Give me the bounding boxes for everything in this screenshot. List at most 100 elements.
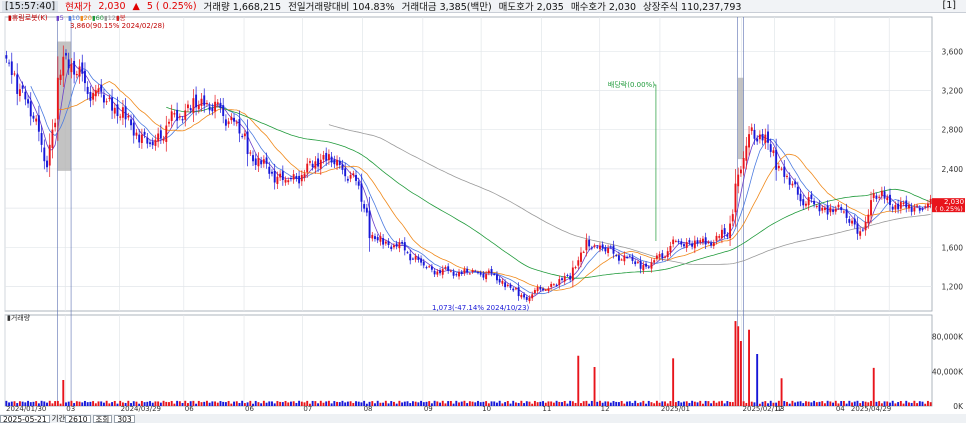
candle[interactable] [325, 147, 328, 166]
candle[interactable] [926, 199, 929, 212]
candle[interactable] [16, 63, 19, 106]
candle[interactable] [883, 186, 886, 204]
candle[interactable] [791, 181, 794, 188]
candle[interactable] [181, 116, 184, 124]
candle[interactable] [672, 236, 675, 248]
candle[interactable] [241, 133, 244, 139]
candle[interactable] [539, 284, 542, 292]
candle[interactable] [574, 265, 577, 270]
candle[interactable] [86, 81, 89, 100]
candle[interactable] [731, 209, 734, 227]
candle[interactable] [173, 110, 176, 118]
candle[interactable] [51, 119, 54, 159]
candle[interactable] [184, 103, 187, 127]
candle[interactable] [856, 217, 859, 240]
candle[interactable] [645, 261, 647, 270]
candle[interactable] [330, 152, 333, 168]
candle[interactable] [707, 240, 710, 245]
candle[interactable] [252, 150, 254, 166]
candle[interactable] [669, 241, 672, 257]
candle[interactable] [588, 235, 591, 251]
candle[interactable] [393, 243, 395, 250]
candle[interactable] [157, 127, 160, 148]
candle[interactable] [439, 267, 441, 276]
candle[interactable] [447, 263, 450, 274]
candle[interactable] [577, 256, 580, 270]
candle[interactable] [823, 205, 826, 213]
candle[interactable] [458, 268, 460, 280]
candle[interactable] [382, 233, 385, 249]
candle[interactable] [78, 59, 81, 84]
candle[interactable] [582, 250, 585, 254]
candle[interactable] [37, 105, 40, 142]
candle[interactable] [102, 88, 105, 109]
candle[interactable] [303, 169, 306, 182]
candle[interactable] [406, 250, 409, 254]
candle[interactable] [780, 166, 783, 171]
candle[interactable] [48, 133, 51, 177]
candle[interactable] [398, 238, 401, 253]
candle[interactable] [233, 113, 235, 126]
candle[interactable] [612, 240, 615, 259]
candle[interactable] [214, 94, 217, 119]
candle[interactable] [750, 123, 753, 135]
candle[interactable] [111, 88, 114, 120]
candle[interactable] [498, 276, 501, 285]
candle[interactable] [775, 138, 778, 181]
candle[interactable] [292, 169, 295, 184]
candle[interactable] [924, 204, 927, 210]
candle[interactable] [430, 263, 433, 273]
candle[interactable] [355, 170, 357, 186]
candle[interactable] [710, 240, 713, 249]
candle[interactable] [319, 153, 322, 175]
candle[interactable] [224, 114, 227, 131]
candle[interactable] [718, 234, 721, 240]
candle[interactable] [802, 194, 805, 210]
candle[interactable] [471, 268, 474, 274]
candle[interactable] [374, 233, 376, 242]
candle[interactable] [203, 88, 206, 113]
candle[interactable] [165, 115, 168, 152]
candle[interactable] [777, 162, 780, 172]
candle[interactable] [699, 237, 702, 245]
candle[interactable] [512, 287, 515, 293]
candle[interactable] [623, 251, 626, 266]
candle[interactable] [428, 265, 431, 268]
candle[interactable] [842, 209, 845, 214]
date-field[interactable]: 2025-05-21 [0, 414, 50, 423]
candle[interactable] [10, 52, 13, 84]
candle[interactable] [607, 244, 610, 257]
candle[interactable] [626, 255, 629, 259]
candle[interactable] [872, 189, 875, 202]
candle[interactable] [604, 244, 607, 255]
candle[interactable] [249, 150, 252, 156]
candle[interactable] [772, 147, 775, 157]
candle[interactable] [601, 241, 604, 252]
candle[interactable] [674, 239, 677, 243]
candle[interactable] [764, 128, 767, 150]
candle[interactable] [127, 112, 130, 121]
candle[interactable] [73, 52, 76, 84]
candle[interactable] [230, 113, 233, 124]
candle[interactable] [805, 201, 807, 209]
candle[interactable] [783, 160, 786, 184]
candle[interactable] [460, 270, 463, 276]
candle[interactable] [279, 170, 282, 181]
candle[interactable] [146, 133, 149, 149]
candle[interactable] [390, 244, 393, 252]
candle[interactable] [899, 197, 902, 214]
candle[interactable] [840, 204, 843, 213]
candle[interactable] [590, 245, 593, 251]
candle[interactable] [417, 254, 420, 263]
candle[interactable] [552, 283, 555, 286]
candle[interactable] [908, 201, 910, 212]
candle[interactable] [387, 238, 390, 249]
candle[interactable] [238, 110, 241, 143]
candle[interactable] [758, 130, 761, 144]
candle[interactable] [680, 238, 683, 248]
candle[interactable] [235, 119, 238, 127]
candle[interactable] [813, 197, 816, 208]
candle[interactable] [468, 272, 471, 275]
candle[interactable] [284, 176, 287, 186]
candle[interactable] [845, 203, 848, 224]
